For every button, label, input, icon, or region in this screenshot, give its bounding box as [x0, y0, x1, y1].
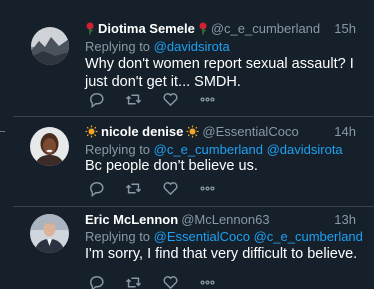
- reply-icon[interactable]: [87, 179, 105, 197]
- timestamp[interactable]: 13h: [334, 212, 356, 227]
- avatar[interactable]: [30, 127, 69, 166]
- mention-link[interactable]: @c_e_cumberland @davidsirota: [154, 142, 343, 157]
- tweet[interactable]: Diotima Semele @c_e_cumberland 15h Reply…: [13, 0, 374, 116]
- timestamp[interactable]: 15h: [334, 21, 356, 36]
- timeline-page: Diotima Semele @c_e_cumberland 15h Reply…: [0, 0, 374, 289]
- more-icon[interactable]: [198, 90, 216, 108]
- tweet-header: nicole denise @EssentialCoco 14h: [85, 124, 364, 142]
- sun-icon: [85, 125, 98, 141]
- display-name[interactable]: Eric McLennon: [85, 212, 178, 227]
- tweet[interactable]: Eric McLennon @McLennon63 13h Replying to…: [13, 206, 374, 289]
- like-icon[interactable]: [161, 273, 179, 289]
- replying-to: Replying to @EssentialCoco @c_e_cumberla…: [85, 229, 364, 244]
- avatar[interactable]: [31, 27, 69, 65]
- reply-icon[interactable]: [87, 90, 105, 108]
- tweet-actions: [87, 179, 235, 197]
- timestamp[interactable]: 14h: [334, 124, 356, 139]
- replying-label: Replying to: [85, 229, 151, 244]
- retweet-icon[interactable]: [124, 179, 142, 197]
- like-icon[interactable]: [161, 179, 179, 197]
- rose-icon: [85, 22, 95, 38]
- mention-link[interactable]: @davidsirota: [154, 39, 230, 54]
- user-handle[interactable]: @McLennon63: [181, 212, 269, 227]
- sun-icon: [186, 125, 199, 141]
- retweet-icon[interactable]: [124, 273, 142, 289]
- avatar[interactable]: [30, 214, 69, 253]
- replying-label: Replying to: [85, 142, 151, 157]
- like-icon[interactable]: [161, 90, 179, 108]
- retweet-icon[interactable]: [124, 90, 142, 108]
- replying-label: Replying to: [85, 39, 151, 54]
- more-icon[interactable]: [198, 179, 216, 197]
- tweet-header: Eric McLennon @McLennon63 13h: [85, 212, 364, 230]
- tweet-text: Bc people don't believe us.: [85, 158, 258, 174]
- more-icon[interactable]: [198, 273, 216, 289]
- thread-marker: [0, 131, 5, 132]
- tweet-actions: [87, 273, 235, 289]
- tweet[interactable]: nicole denise @EssentialCoco 14h Replyin…: [13, 116, 374, 207]
- user-handle[interactable]: @c_e_cumberland: [211, 21, 320, 36]
- reply-icon[interactable]: [87, 273, 105, 289]
- tweet-text: Why don't women report sexual assault? I…: [85, 56, 354, 90]
- tweet-header: Diotima Semele @c_e_cumberland 15h: [85, 21, 364, 39]
- mention-link[interactable]: @EssentialCoco @c_e_cumberland @da...: [154, 229, 364, 244]
- user-handle[interactable]: @EssentialCoco: [202, 124, 298, 139]
- rose-icon: [198, 22, 208, 38]
- replying-to: Replying to @davidsirota: [85, 39, 364, 54]
- display-name[interactable]: Diotima Semele: [98, 21, 195, 36]
- tweet-actions: [87, 90, 235, 108]
- display-name[interactable]: nicole denise: [101, 124, 183, 139]
- tweet-text: I'm sorry, I find that very difficult to…: [85, 246, 358, 262]
- replying-to: Replying to @c_e_cumberland @davidsirota: [85, 142, 364, 157]
